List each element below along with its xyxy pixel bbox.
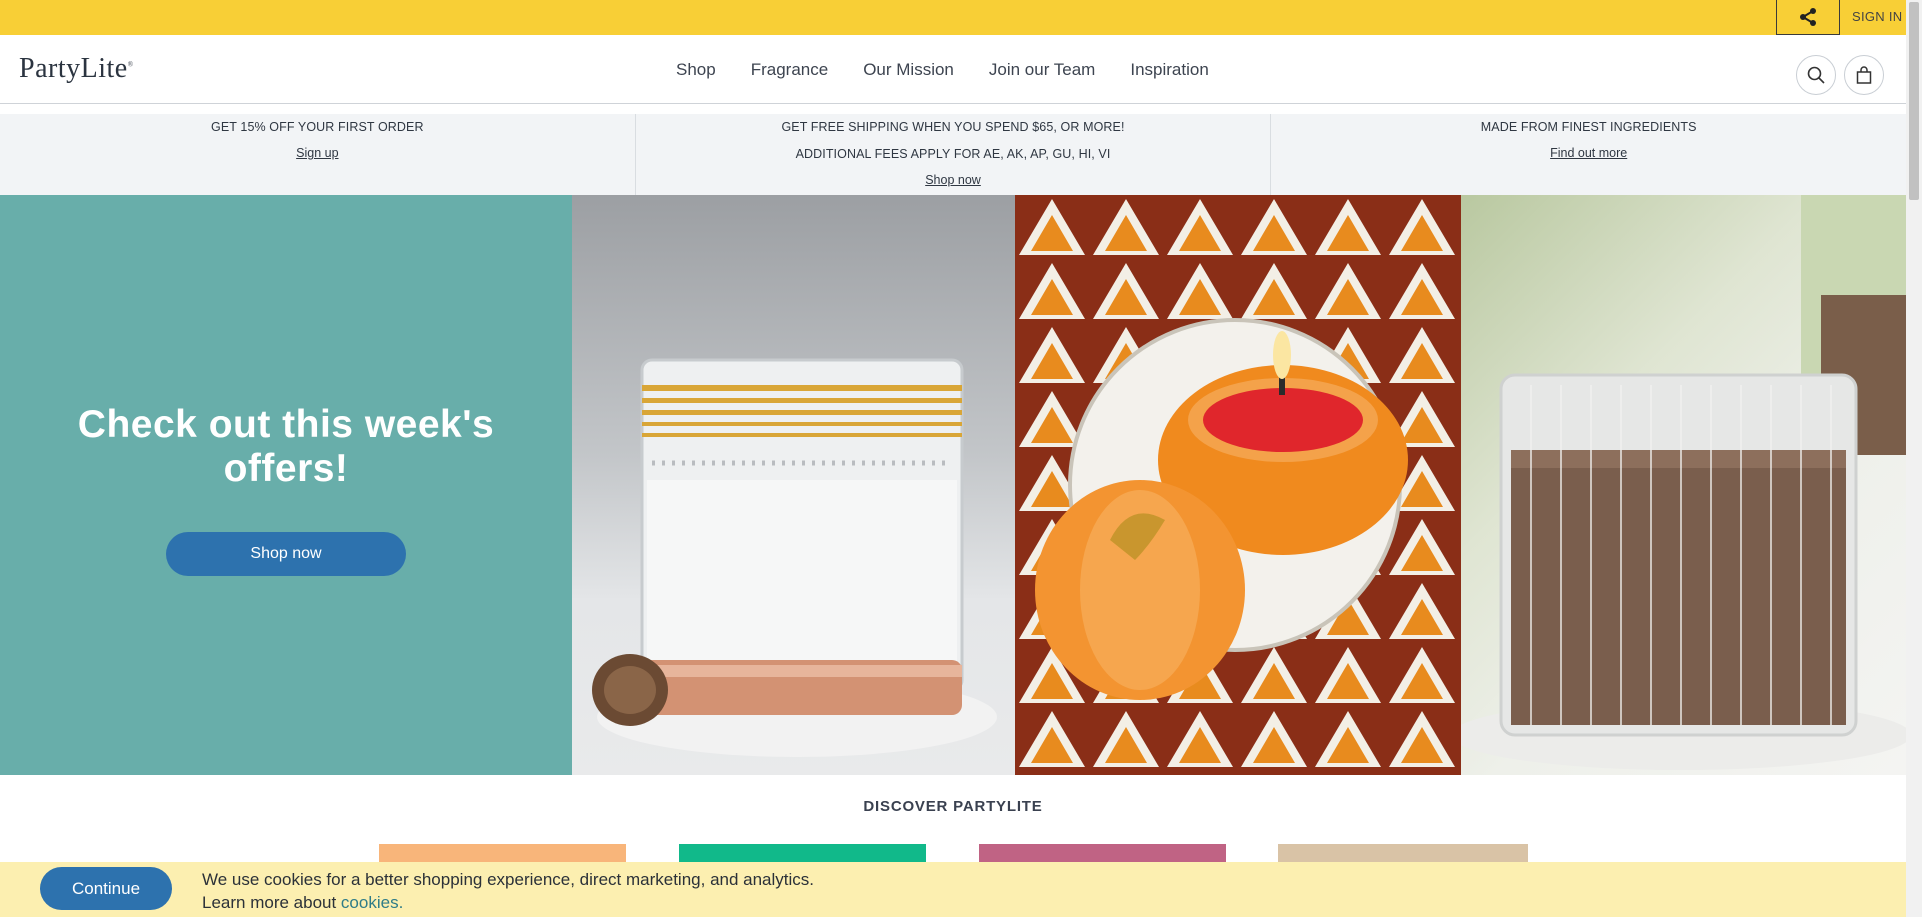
nav-inspiration[interactable]: Inspiration: [1130, 60, 1208, 80]
sign-up-link[interactable]: Sign up: [296, 146, 338, 160]
cookie-continue-button[interactable]: Continue: [40, 867, 172, 910]
hero-shop-now-button[interactable]: Shop now: [166, 532, 406, 576]
scrollbar-thumb[interactable]: [1909, 2, 1919, 200]
hero-title: Check out this week's offers!: [77, 403, 495, 490]
share-button[interactable]: [1776, 0, 1840, 35]
find-out-more-link[interactable]: Find out more: [1550, 146, 1627, 160]
cookie-line-2-prefix: Learn more about: [202, 893, 341, 912]
promo-free-shipping: GET FREE SHIPPING WHEN YOU SPEND $65, OR…: [634, 114, 1271, 195]
hero-banner: Check out this week's offers! Shop now: [0, 195, 1906, 775]
promo-strip: GET 15% OFF YOUR FIRST ORDER Sign up GET…: [0, 114, 1906, 195]
nav-shop[interactable]: Shop: [676, 60, 716, 80]
promo-first-order: GET 15% OFF YOUR FIRST ORDER Sign up: [0, 114, 635, 195]
nav-join-our-team[interactable]: Join our Team: [989, 60, 1095, 80]
top-utility-bar: SIGN IN: [0, 0, 1906, 35]
pumpkin-candle-illustration: [1015, 195, 1461, 775]
site-header: PartyLite® Shop Fragrance Our Mission Jo…: [0, 35, 1906, 104]
logo-text: PartyLite: [19, 53, 128, 84]
cookies-link[interactable]: cookies.: [341, 893, 403, 912]
cookie-message: We use cookies for a better shopping exp…: [202, 868, 814, 914]
search-button[interactable]: [1796, 55, 1836, 95]
category-tile[interactable]: [1278, 844, 1528, 864]
registered-mark: ®: [127, 60, 134, 69]
cookie-line-2: Learn more about cookies.: [202, 891, 814, 914]
promo-ingredients: MADE FROM FINEST INGREDIENTS Find out mo…: [1270, 114, 1906, 195]
main-nav: Shop Fragrance Our Mission Join our Team…: [676, 35, 1244, 104]
shopping-bag-icon: [1856, 66, 1872, 84]
ribbed-candle-illustration: [1461, 195, 1906, 770]
candle-glass-illustration: [592, 358, 997, 757]
partylite-logo[interactable]: PartyLite®: [19, 53, 134, 85]
pumpkin-candle-image[interactable]: [1015, 195, 1461, 775]
page-scrollbar[interactable]: [1906, 0, 1922, 917]
promo-text: GET 15% OFF YOUR FIRST ORDER: [211, 120, 424, 134]
promo-text: GET FREE SHIPPING WHEN YOU SPEND $65, OR…: [781, 120, 1125, 134]
cart-button[interactable]: [1844, 55, 1884, 95]
search-icon: [1807, 66, 1825, 84]
hero-panel: Check out this week's offers! Shop now: [0, 195, 572, 775]
share-icon: [1800, 8, 1816, 26]
nav-our-mission[interactable]: Our Mission: [863, 60, 954, 80]
cookie-banner: Continue We use cookies for a better sho…: [0, 862, 1906, 917]
sign-in-link[interactable]: SIGN IN: [1852, 0, 1903, 35]
promo-text: MADE FROM FINEST INGREDIENTS: [1480, 120, 1697, 134]
category-tile[interactable]: [679, 844, 926, 864]
discover-heading: DISCOVER PARTYLITE: [863, 798, 1043, 815]
category-tile[interactable]: [379, 844, 626, 864]
nav-fragrance[interactable]: Fragrance: [751, 60, 828, 80]
category-tile[interactable]: [979, 844, 1226, 864]
shop-now-link[interactable]: Shop now: [925, 173, 981, 187]
ribbed-glass-candle-image[interactable]: [1461, 195, 1906, 775]
cookie-line-1: We use cookies for a better shopping exp…: [202, 870, 815, 889]
promo-subtext: ADDITIONAL FEES APPLY FOR AE, AK, AP, GU…: [795, 147, 1111, 161]
candle-glass-image[interactable]: [572, 195, 1015, 775]
